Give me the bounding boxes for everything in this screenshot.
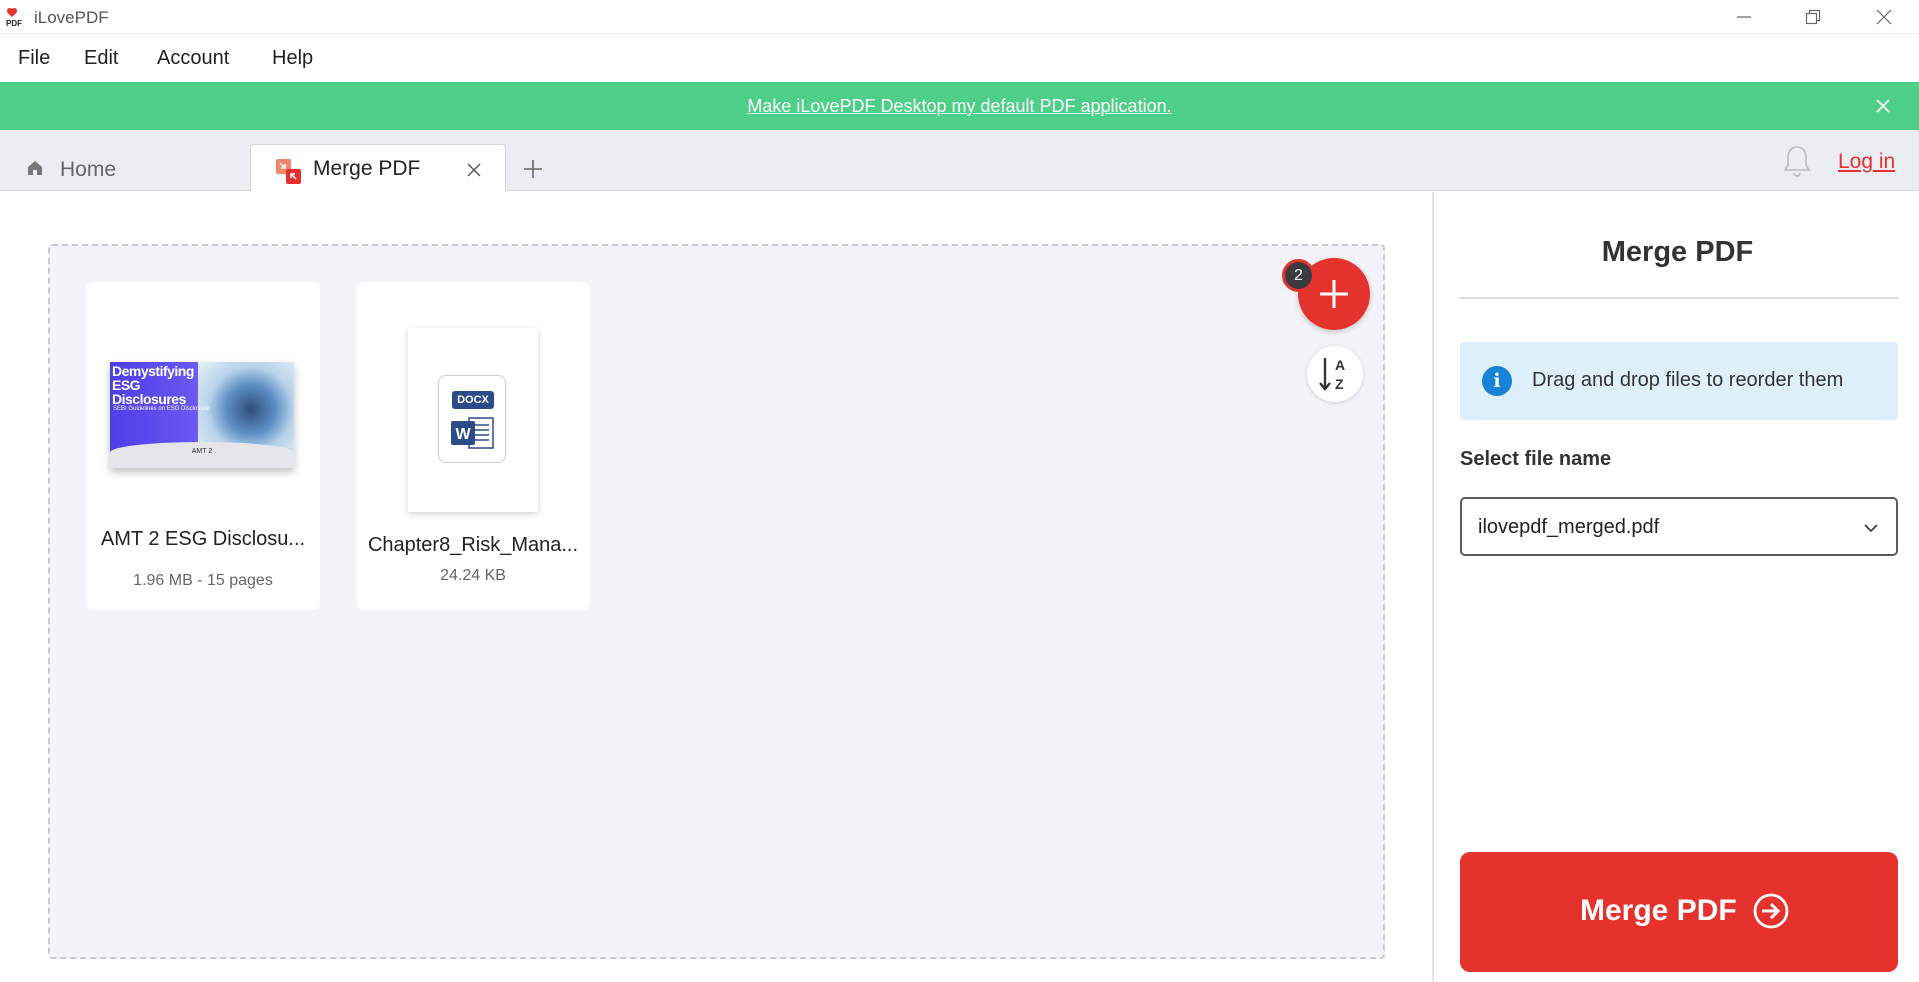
thumbnail-title: Demystifying ESG Disclosures (112, 363, 194, 407)
close-icon (1876, 9, 1892, 25)
minimize-button[interactable] (1709, 0, 1779, 34)
info-text: Drag and drop files to reorder them (1532, 369, 1844, 391)
svg-text:PDF: PDF (6, 19, 22, 27)
home-icon (28, 161, 42, 175)
thumbnail-footer (110, 442, 294, 468)
tab-home[interactable]: Home (0, 144, 250, 191)
file-meta: 1.96 MB - 15 pages (133, 572, 273, 589)
info-icon: i (1482, 366, 1512, 396)
notifications-bell-icon[interactable] (1782, 144, 1812, 178)
file-meta: 24.24 KB (440, 567, 506, 584)
docx-badge: DOCX (452, 391, 494, 409)
tab-bar: Home Merge PDF Log in (0, 130, 1919, 192)
menu-account[interactable]: Account (157, 47, 229, 70)
close-window-button[interactable] (1849, 0, 1919, 34)
sidebar-divider (1460, 297, 1898, 299)
merge-options-sidebar: Merge PDF i Drag and drop files to reord… (1432, 192, 1919, 982)
svg-text:Z: Z (1335, 376, 1344, 392)
thumbnail-footer-label: AMT 2 (191, 448, 213, 455)
menu-file[interactable]: File (18, 47, 50, 70)
file-card[interactable]: DOCX W Chapter8_Risk_Mana... 24.24 KB (356, 282, 590, 610)
chevron-down-icon (1864, 524, 1878, 533)
tab-close-icon[interactable] (467, 163, 481, 177)
file-name: Chapter8_Risk_Mana... (367, 534, 579, 556)
sidebar-title: Merge PDF (1601, 236, 1754, 268)
merge-pdf-button[interactable]: Merge PDF (1460, 852, 1898, 972)
docx-file-icon: DOCX W (438, 375, 506, 463)
app-title: iLovePDF (34, 8, 109, 27)
set-default-link[interactable]: Make iLovePDF Desktop my default PDF app… (0, 96, 1919, 117)
new-tab-icon[interactable] (522, 158, 544, 180)
plus-icon (1320, 280, 1348, 308)
menu-edit[interactable]: Edit (84, 47, 118, 70)
merge-pdf-tab-icon (276, 159, 301, 184)
app-logo-icon: PDF (6, 7, 22, 27)
default-app-banner: Make iLovePDF Desktop my default PDF app… (0, 82, 1919, 130)
restore-button[interactable] (1778, 0, 1848, 34)
docx-thumbnail: DOCX W (408, 328, 538, 512)
banner-close-icon[interactable] (1873, 96, 1893, 116)
arrow-right-circle-icon (1753, 893, 1789, 929)
word-icon: W (451, 417, 494, 449)
sort-button[interactable]: A Z (1307, 346, 1363, 402)
reorder-info-box: i Drag and drop files to reorder them (1460, 342, 1898, 420)
svg-text:W: W (455, 426, 471, 443)
tab-merge-pdf-label: Merge PDF (313, 157, 421, 180)
file-count-badge: 2 (1282, 259, 1315, 292)
title-bar: PDF iLovePDF (0, 0, 1919, 34)
sort-az-icon: A Z (1319, 357, 1345, 392)
tab-home-label: Home (60, 158, 117, 181)
menu-help[interactable]: Help (272, 47, 313, 70)
file-card[interactable]: Demystifying ESG Disclosures SEBI Guidel… (86, 282, 320, 610)
login-link[interactable]: Log in (1838, 150, 1895, 174)
file-name-select[interactable]: ilovepdf_merged.pdf (1460, 497, 1898, 556)
menu-bar: File Edit Account Help (0, 35, 1919, 82)
restore-icon (1805, 9, 1821, 25)
thumbnail-subtitle: SEBI Guidelines on ESG Disclosure (113, 406, 210, 412)
svg-text:A: A (1335, 357, 1345, 373)
tab-merge-pdf[interactable]: Merge PDF (250, 144, 506, 192)
merge-button-label: Merge PDF (1580, 894, 1737, 927)
file-name-value: ilovepdf_merged.pdf (1478, 516, 1660, 538)
wave-image (198, 362, 294, 448)
select-file-name-label: Select file name (1460, 448, 1612, 470)
file-name: AMT 2 ESG Disclosu... (100, 528, 306, 550)
minimize-icon (1737, 16, 1751, 18)
pdf-thumbnail: Demystifying ESG Disclosures SEBI Guidel… (110, 362, 294, 468)
